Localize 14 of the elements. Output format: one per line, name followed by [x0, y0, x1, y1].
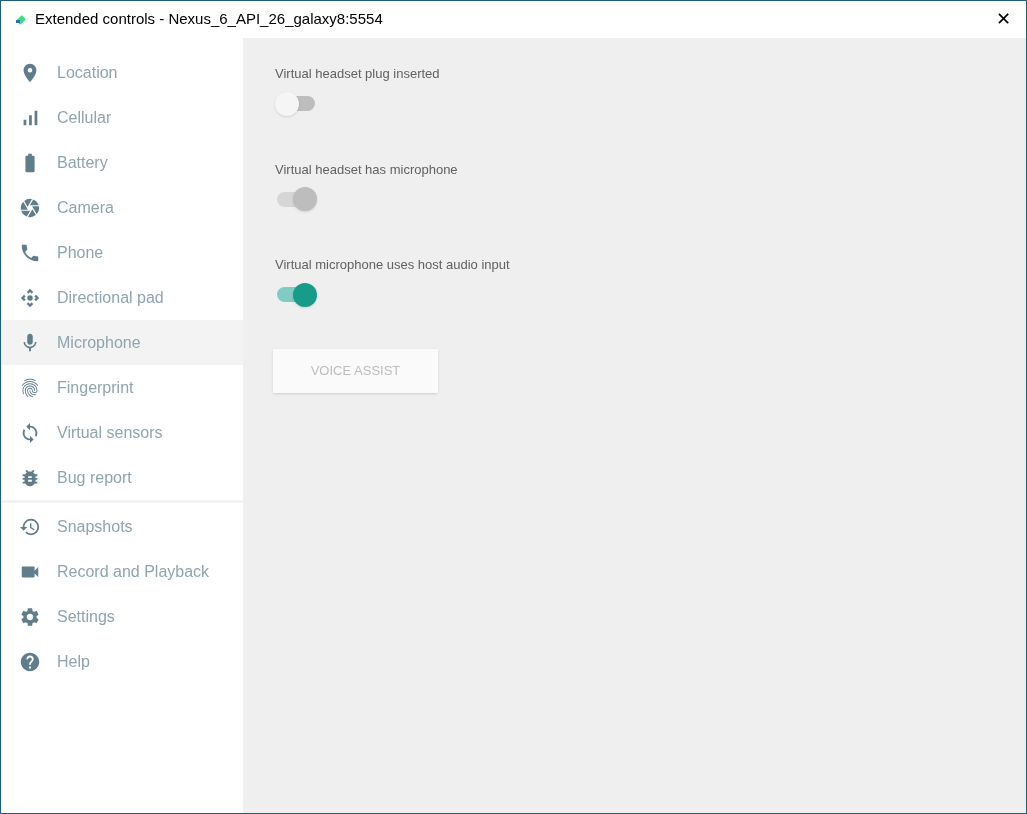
toggle-switch[interactable] [275, 282, 317, 307]
settings-icon [19, 605, 41, 628]
app-logo-icon [15, 13, 27, 26]
toggle-label: Virtual microphone uses host audio input [275, 256, 510, 274]
directional-pad-icon [19, 286, 41, 309]
toggle-label: Virtual headset plug inserted [275, 65, 440, 83]
toggle-label: Virtual headset has microphone [275, 160, 458, 179]
help-icon [19, 650, 41, 673]
sidebar-item[interactable]: Microphone [1, 320, 243, 365]
camera-shutter-icon [19, 196, 41, 219]
fingerprint-icon [19, 376, 41, 399]
toggle-switch[interactable] [275, 91, 317, 116]
close-button[interactable]: ✕ [980, 1, 1026, 38]
window-title: Extended controls - Nexus_6_API_26_galaxy8:5554 [35, 9, 383, 30]
